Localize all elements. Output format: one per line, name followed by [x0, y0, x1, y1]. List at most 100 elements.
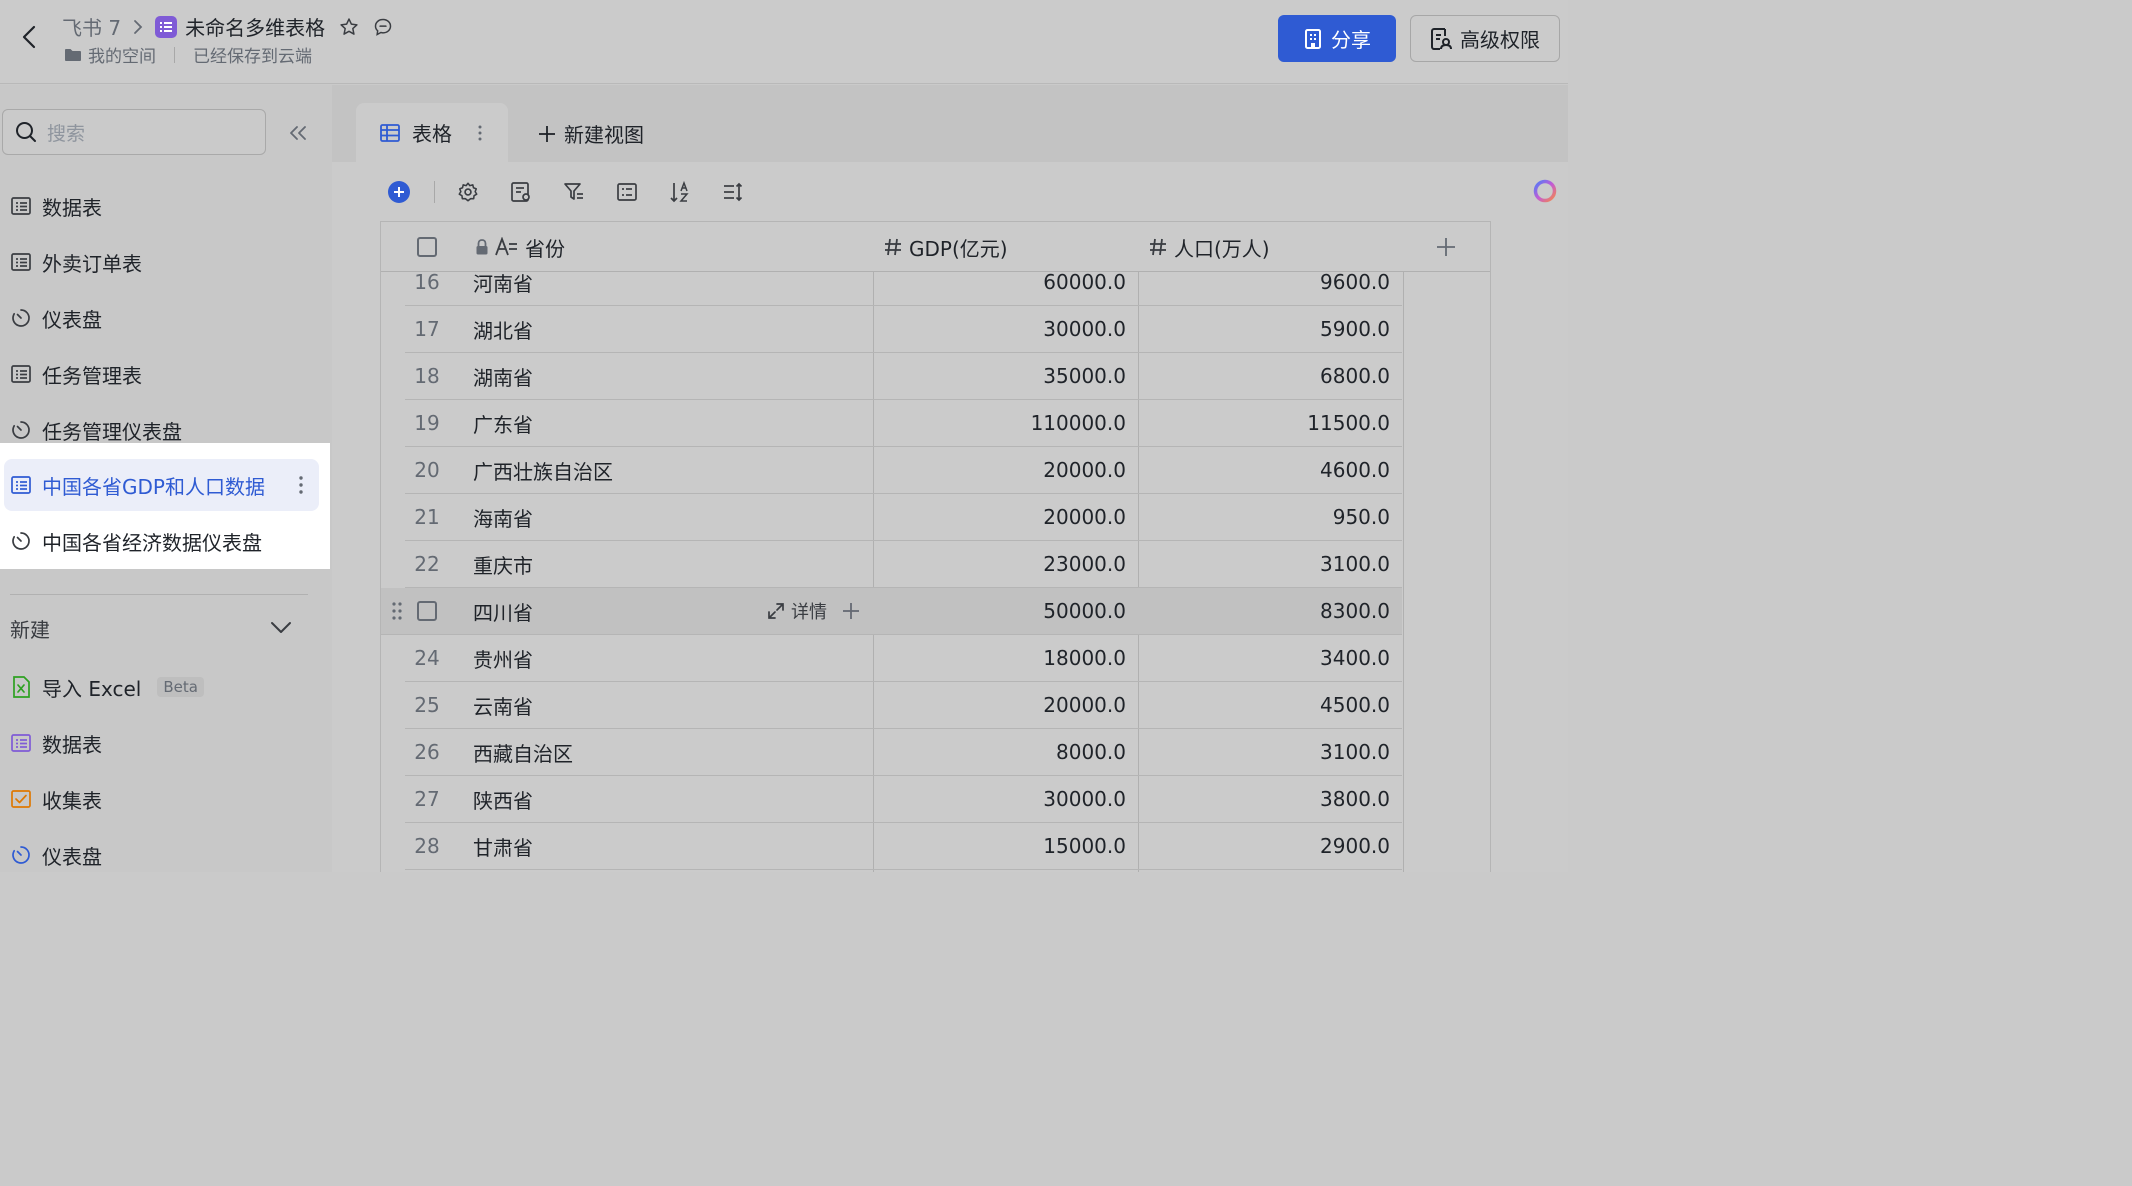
cell-province[interactable]: 西藏自治区 — [473, 729, 573, 775]
expand-detail-button[interactable]: 详情 — [767, 588, 827, 634]
cell-province[interactable]: 贵州省 — [473, 635, 533, 681]
cell-province[interactable]: 河南省 — [473, 259, 533, 305]
cell-population[interactable]: 3100.0 — [1138, 729, 1390, 775]
table-row[interactable]: 24 贵州省 18000.0 3400.0 — [405, 635, 1402, 682]
cell-province[interactable]: 甘肃省 — [473, 823, 533, 869]
cell-gdp[interactable]: 20000.0 — [873, 494, 1126, 540]
cell-province[interactable]: 四川省 — [473, 588, 533, 634]
back-button[interactable] — [14, 22, 44, 52]
divider — [174, 46, 175, 63]
cell-population[interactable]: 5900.0 — [1138, 306, 1390, 352]
star-icon[interactable] — [339, 17, 359, 37]
cell-gdp[interactable]: 8000.0 — [873, 729, 1126, 775]
cell-gdp[interactable]: 23000.0 — [873, 541, 1126, 587]
cell-population[interactable]: 3400.0 — [1138, 635, 1390, 681]
group-button[interactable] — [612, 177, 642, 207]
row-checkbox[interactable] — [417, 601, 437, 621]
cell-province[interactable]: 湖南省 — [473, 353, 533, 399]
lock-icon — [476, 239, 488, 255]
doc-title[interactable]: 未命名多维表格 — [185, 12, 325, 41]
cell-gdp[interactable]: 20000.0 — [873, 447, 1126, 493]
table-row[interactable]: 17 湖北省 30000.0 5900.0 — [405, 306, 1402, 353]
cell-population[interactable]: 11500.0 — [1138, 400, 1390, 446]
table-row[interactable]: 20 广西壮族自治区 20000.0 4600.0 — [405, 447, 1402, 494]
comment-icon[interactable] — [373, 17, 393, 37]
breadcrumb-parent[interactable]: 飞书 7 — [62, 12, 121, 41]
cell-province[interactable]: 云南省 — [473, 682, 533, 728]
cell-population[interactable]: 2900.0 — [1138, 823, 1390, 869]
table-row[interactable]: 18 湖南省 35000.0 6800.0 — [405, 353, 1402, 400]
cell-population[interactable]: 3100.0 — [1138, 541, 1390, 587]
sidebar-search[interactable]: 搜索 — [2, 109, 266, 155]
sidebar-item-label: 任务管理仪表盘 — [42, 419, 182, 444]
tab-grid-view[interactable]: 表格 — [356, 103, 508, 162]
chevron-down-icon — [271, 622, 291, 633]
table-row[interactable]: 28 甘肃省 15000.0 2900.0 — [405, 823, 1402, 870]
ai-assistant-icon[interactable] — [1532, 178, 1558, 204]
new-form[interactable]: 收集表 — [0, 773, 330, 825]
add-column-button[interactable] — [1435, 222, 1457, 272]
cell-gdp[interactable]: 20000.0 — [873, 682, 1126, 728]
table-row[interactable]: 25 云南省 20000.0 4500.0 — [405, 682, 1402, 729]
table-row[interactable]: 26 西藏自治区 8000.0 3100.0 — [405, 729, 1402, 776]
cell-population[interactable]: 8300.0 — [1138, 588, 1390, 634]
share-button[interactable]: 分享 — [1278, 15, 1396, 62]
cell-gdp[interactable]: 18000.0 — [873, 635, 1126, 681]
cell-province[interactable]: 重庆市 — [473, 541, 533, 587]
cell-population[interactable]: 9600.0 — [1138, 259, 1390, 305]
cell-province[interactable]: 广西壮族自治区 — [473, 447, 613, 493]
cell-gdp[interactable]: 30000.0 — [873, 776, 1126, 822]
cell-gdp[interactable]: 60000.0 — [873, 259, 1126, 305]
cell-gdp[interactable]: 110000.0 — [873, 400, 1126, 446]
cell-gdp[interactable]: 15000.0 — [873, 823, 1126, 869]
column-divider — [1403, 222, 1404, 872]
cell-province[interactable]: 广东省 — [473, 400, 533, 446]
table-row[interactable]: 19 广东省 110000.0 11500.0 — [405, 400, 1402, 447]
plus-icon[interactable] — [839, 599, 863, 623]
cell-population[interactable]: 4500.0 — [1138, 682, 1390, 728]
cell-gdp[interactable]: 50000.0 — [873, 588, 1126, 634]
cell-gdp[interactable]: 30000.0 — [873, 306, 1126, 352]
add-record-button[interactable] — [384, 177, 414, 207]
row-number: 24 — [414, 646, 440, 670]
table-row[interactable]: 16 河南省 60000.0 9600.0 — [405, 259, 1402, 306]
sidebar-item-dashboard[interactable]: 仪表盘 — [0, 292, 330, 344]
sidebar-item-economy-dashboard[interactable]: 中国各省经济数据仪表盘 — [0, 515, 330, 567]
sidebar-item-task-table[interactable]: 任务管理表 — [0, 348, 330, 400]
row-number: 19 — [414, 411, 440, 435]
advanced-permission-button[interactable]: 高级权限 — [1410, 15, 1560, 62]
table-row-hovered[interactable]: 四川省 详情 50000.0 8300.0 — [381, 588, 1402, 635]
new-view-button[interactable]: 新建视图 — [538, 119, 644, 148]
new-section-toggle[interactable]: 新建 — [10, 613, 292, 643]
more-vertical-icon[interactable] — [478, 125, 482, 141]
drag-handle-icon[interactable] — [389, 600, 405, 622]
cell-province[interactable]: 湖北省 — [473, 306, 533, 352]
sort-button[interactable] — [665, 177, 695, 207]
cell-population[interactable]: 3800.0 — [1138, 776, 1390, 822]
filter-button[interactable] — [559, 177, 589, 207]
sidebar-item-gdp-population[interactable]: 中国各省GDP和人口数据 — [4, 459, 319, 511]
cell-gdp[interactable]: 35000.0 — [873, 353, 1126, 399]
sidebar-item-data-table[interactable]: 数据表 — [0, 180, 330, 232]
new-data-table[interactable]: 数据表 — [0, 717, 330, 769]
row-height-button[interactable] — [718, 177, 748, 207]
table-row[interactable]: 21 海南省 20000.0 950.0 — [405, 494, 1402, 541]
cell-province[interactable]: 陕西省 — [473, 776, 533, 822]
view-toolbar — [384, 177, 748, 207]
sidebar-item-takeout-orders[interactable]: 外卖订单表 — [0, 236, 330, 288]
settings-button[interactable] — [453, 177, 483, 207]
table-row[interactable]: 22 重庆市 23000.0 3100.0 — [405, 541, 1402, 588]
field-settings-button[interactable] — [506, 177, 536, 207]
new-dashboard[interactable]: 仪表盘 — [0, 829, 330, 881]
collapse-sidebar-button[interactable] — [286, 121, 310, 145]
location-label[interactable]: 我的空间 — [88, 42, 156, 67]
more-vertical-icon[interactable] — [299, 476, 303, 494]
cell-province[interactable]: 海南省 — [473, 494, 533, 540]
new-view-label: 新建视图 — [564, 123, 644, 147]
cell-population[interactable]: 950.0 — [1138, 494, 1390, 540]
cell-population[interactable]: 6800.0 — [1138, 353, 1390, 399]
table-row[interactable]: 27 陕西省 30000.0 3800.0 — [405, 776, 1402, 823]
new-import-excel[interactable]: 导入 Excel Beta — [0, 661, 330, 713]
cell-population[interactable]: 4600.0 — [1138, 447, 1390, 493]
view-tabbar: 表格 新建视图 — [332, 85, 1568, 162]
